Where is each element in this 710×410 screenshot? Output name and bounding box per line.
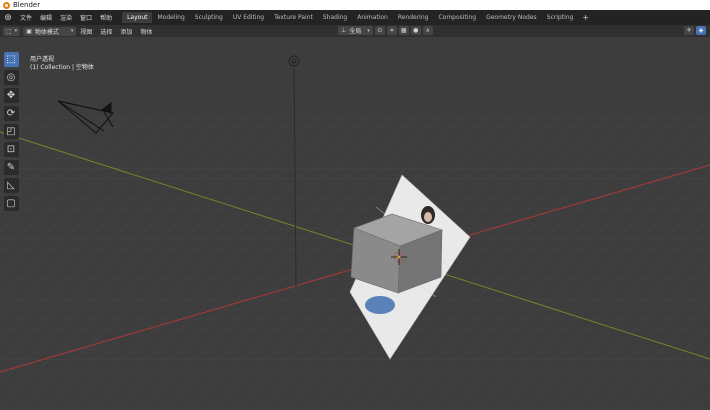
rotate-icon[interactable]: ⟳: [3, 106, 19, 121]
cursor-icon[interactable]: ◎: [3, 70, 19, 85]
tab-scripting[interactable]: Scripting: [542, 12, 579, 23]
transform-controls: ⊥ 全局 ▾ ⊙ ⌗ ▦ ● ∧: [335, 26, 433, 35]
menu-edit[interactable]: 编辑: [36, 13, 56, 22]
menu-window[interactable]: 窗口: [76, 13, 96, 22]
menu-select[interactable]: 选择: [96, 27, 116, 36]
mode-label: 物体模式: [34, 28, 59, 36]
window-titlebar: Blender: [0, 0, 710, 10]
tab-modeling[interactable]: Modeling: [152, 12, 189, 23]
menu-file[interactable]: 文件: [16, 13, 36, 22]
tab-animation[interactable]: Animation: [352, 12, 393, 23]
tab-uv-editing[interactable]: UV Editing: [228, 12, 269, 23]
add-cube-icon[interactable]: ▢: [3, 196, 19, 211]
scale-icon[interactable]: ◰: [3, 124, 19, 139]
window-title: Blender: [13, 1, 41, 9]
snap-target-icon[interactable]: ▦: [398, 26, 409, 35]
mode-dropdown[interactable]: ▣ 物体模式 ▾: [23, 26, 77, 36]
editor-type-button[interactable]: ⬚ ▾: [3, 26, 21, 36]
tab-layout[interactable]: Layout: [122, 12, 153, 23]
view-controls: ✈ ◈: [682, 26, 706, 35]
collection-info: (1) Collection | 空物体: [30, 64, 94, 71]
tab-compositing[interactable]: Compositing: [433, 12, 481, 23]
tab-geometry-nodes[interactable]: Geometry Nodes: [481, 12, 542, 23]
transform-orientation-dropdown[interactable]: ⊥ 全局 ▾: [338, 26, 373, 35]
tab-shading[interactable]: Shading: [318, 12, 352, 23]
cube-object[interactable]: [350, 213, 443, 294]
falloff-icon[interactable]: ∧: [422, 26, 433, 35]
move-icon[interactable]: ✥: [3, 88, 19, 103]
tool-shelf: ⬚ ◎ ✥ ⟳ ◰ ⊡ ✎ ◺ ▢: [3, 52, 19, 214]
view-name: 用户透视: [30, 56, 55, 63]
add-workspace-icon[interactable]: +: [578, 13, 593, 22]
measure-icon[interactable]: ◺: [3, 178, 19, 193]
annotate-icon[interactable]: ✎: [3, 160, 19, 175]
proportional-edit-icon[interactable]: ●: [410, 26, 421, 35]
chevron-down-icon: ▾: [70, 28, 74, 34]
select-box-icon[interactable]: ⬚: [3, 52, 19, 67]
3d-viewport[interactable]: [0, 37, 710, 410]
orientation-icon: ⊥: [341, 27, 347, 34]
transform-icon[interactable]: ⊡: [3, 142, 19, 157]
menu-render[interactable]: 渲染: [56, 13, 76, 22]
viewport-header: ⬚ ▾ ▣ 物体模式 ▾ 视图 选择 添加 物体 ⊥ 全局 ▾ ⊙ ⌗ ▦ ● ∧…: [0, 25, 710, 46]
tab-rendering[interactable]: Rendering: [393, 12, 434, 23]
menu-view[interactable]: 视图: [76, 27, 96, 36]
menu-object[interactable]: 物体: [136, 27, 156, 36]
gizmo-toggle-icon[interactable]: ◈: [696, 26, 706, 35]
snap-icon[interactable]: ⌗: [386, 26, 397, 35]
menu-help[interactable]: 帮助: [96, 13, 116, 22]
viewport-editor-icon: ⬚: [6, 27, 12, 35]
menu-add[interactable]: 添加: [116, 27, 136, 36]
top-menubar: ⊛ 文件 编辑 渲染 窗口 帮助 Layout Modeling Sculpti…: [0, 10, 710, 26]
object-mode-icon: ▣: [26, 27, 32, 35]
visibility-icon[interactable]: ✈: [684, 26, 694, 35]
pivot-point-icon[interactable]: ⊙: [374, 26, 385, 35]
blender-logo-icon: [3, 1, 10, 9]
blender-menu-icon[interactable]: ⊛: [3, 13, 13, 23]
chevron-down-icon: ▾: [367, 27, 370, 34]
tab-texture-paint[interactable]: Texture Paint: [269, 12, 318, 23]
chevron-down-icon: ▾: [14, 28, 18, 34]
tab-sculpting[interactable]: Sculpting: [190, 12, 228, 23]
orientation-label: 全局: [349, 28, 362, 35]
viewport-info: 用户透视 (1) Collection | 空物体: [30, 56, 94, 72]
